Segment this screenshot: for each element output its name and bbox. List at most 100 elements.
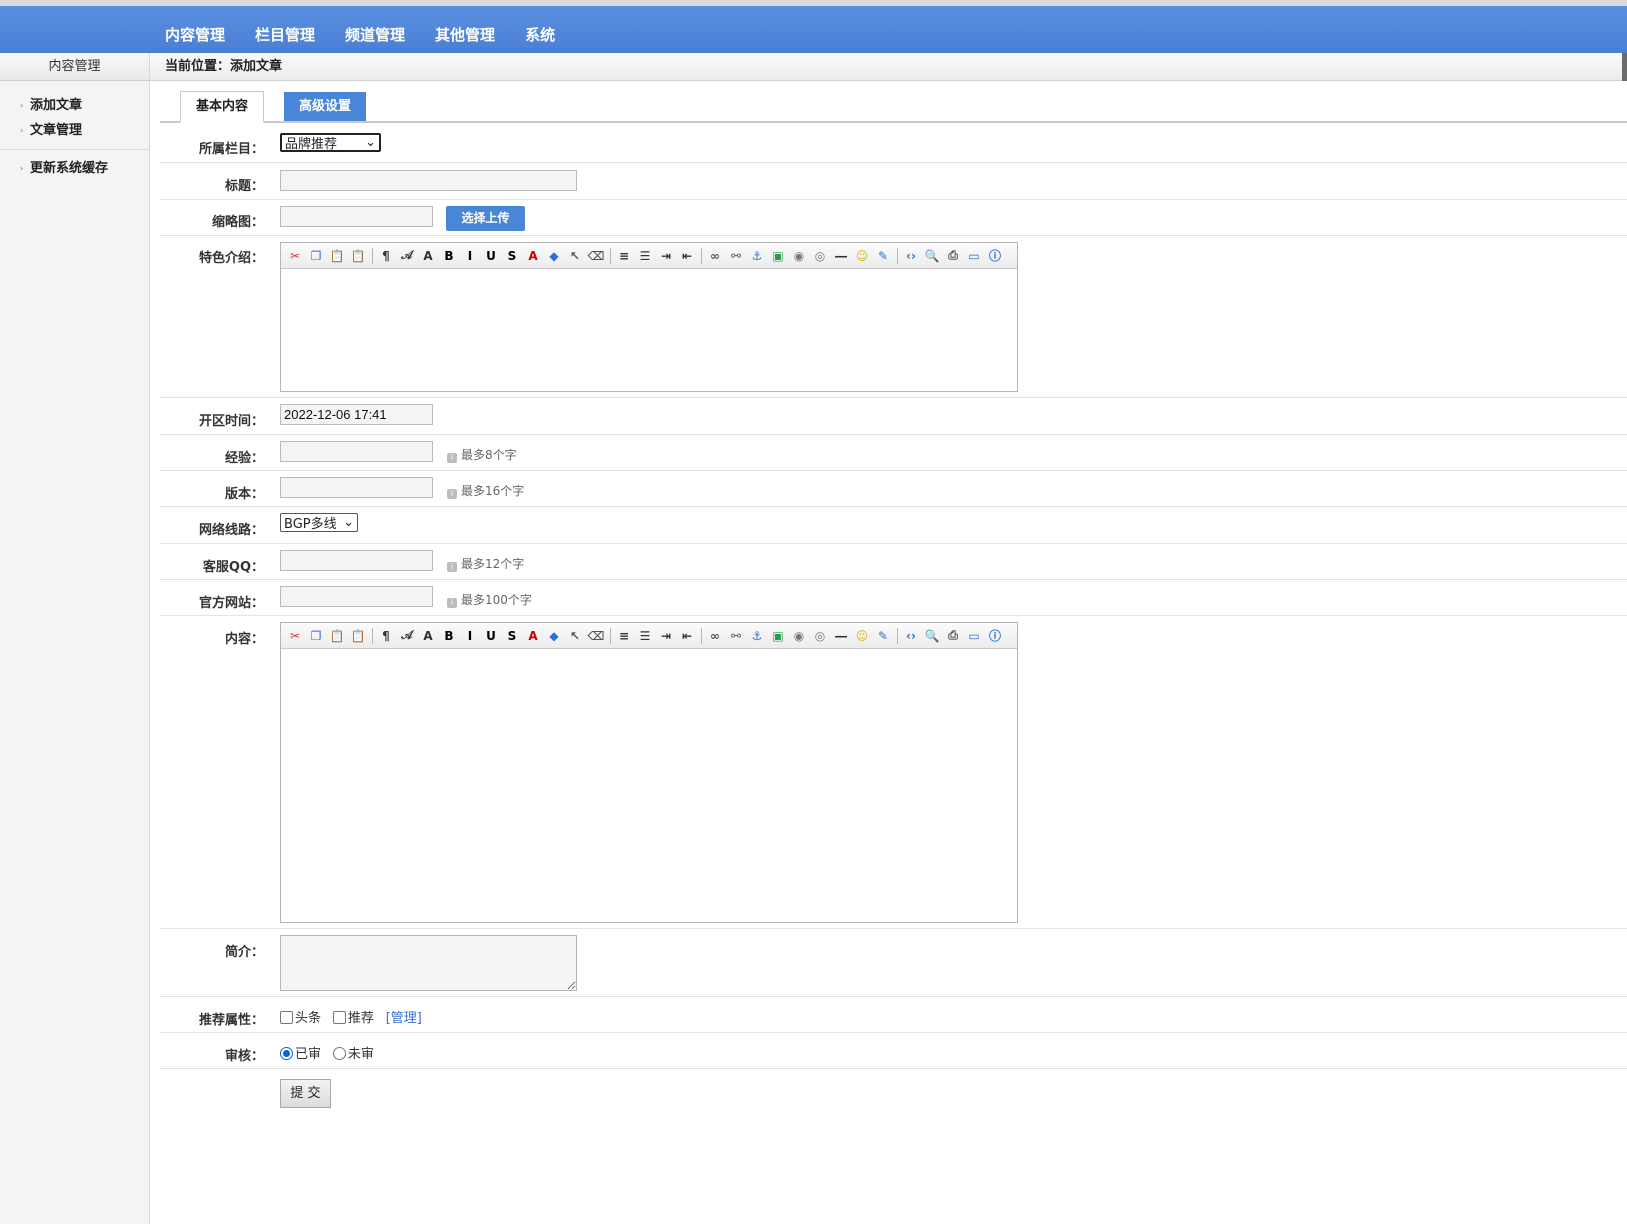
link-icon[interactable]: ∞ [705,246,725,266]
headline-checkbox[interactable] [280,1011,293,1024]
flash-icon[interactable]: ◉ [789,246,809,266]
bg-color-icon[interactable]: ◆ [544,246,564,266]
chevron-right-icon: › [20,101,24,110]
eraser-icon[interactable]: ⌫ [586,246,606,266]
bold-icon[interactable]: B [439,626,459,646]
strikethrough-icon[interactable]: S [502,626,522,646]
about-icon[interactable]: ⓘ [985,626,1005,646]
source-code-icon[interactable]: ‹› [901,246,921,266]
recommend-checkbox[interactable] [332,1011,346,1024]
upload-button[interactable]: 选择上传 [446,206,525,231]
info-icon: i [447,489,457,499]
bold-icon[interactable]: B [439,246,459,266]
italic-icon[interactable]: I [460,626,480,646]
about-icon[interactable]: ⓘ [985,246,1005,266]
flash-icon[interactable]: ◉ [789,626,809,646]
source-code-icon[interactable]: ‹› [901,626,921,646]
media-icon[interactable]: ◎ [810,626,830,646]
strikethrough-icon[interactable]: S [502,246,522,266]
underline-icon[interactable]: U [481,246,501,266]
link-icon[interactable]: ∞ [705,626,725,646]
sidebar-item-update-cache[interactable]: › 更新系统缓存 [0,156,149,181]
anchor-icon[interactable]: ⚓ [747,626,767,646]
unapproved-radio[interactable] [332,1047,346,1060]
italic-icon[interactable]: I [460,246,480,266]
font-name-icon[interactable]: 𝒜 [397,246,417,266]
emoticon-icon[interactable]: ☺ [852,246,872,266]
font-color-icon[interactable]: A [523,626,543,646]
fullscreen-icon[interactable]: ▭ [964,626,984,646]
nav-other-management[interactable]: 其他管理 [420,12,510,59]
submit-button[interactable]: 提 交 [280,1079,331,1108]
approved-option-label: 已审 [295,1047,322,1062]
list-icon[interactable]: ☰ [635,246,655,266]
emoticon-icon[interactable]: ☺ [852,626,872,646]
anchor-icon[interactable]: ⚓ [747,246,767,266]
thumbnail-input[interactable] [280,206,433,227]
preview-icon[interactable]: 🔍 [922,626,942,646]
copy-icon[interactable]: ❐ [306,626,326,646]
content-editor-body[interactable] [281,649,1017,922]
nav-channel-management[interactable]: 频道管理 [330,12,420,59]
align-icon[interactable]: ≡ [614,246,634,266]
hr-icon[interactable]: ― [831,246,851,266]
nav-column-management[interactable]: 栏目管理 [240,12,330,59]
headline-option-label: 头条 [295,1011,322,1026]
table-icon[interactable]: ✎ [873,246,893,266]
media-icon[interactable]: ◎ [810,246,830,266]
paste-text-icon[interactable]: 📋 [348,626,368,646]
summary-textarea[interactable] [280,935,577,991]
tab-advanced-settings[interactable]: 高级设置 [284,92,366,121]
website-input[interactable] [280,586,433,607]
paste-icon[interactable]: 📋 [327,626,347,646]
manage-link[interactable]: [管理] [386,1011,422,1026]
indent-icon[interactable]: ⇥ [656,626,676,646]
scrollbar-edge[interactable] [1622,53,1627,81]
nav-system[interactable]: 系统 [510,12,570,59]
nav-content-management[interactable]: 内容管理 [150,12,240,59]
format-block-icon[interactable]: ¶ [376,246,396,266]
select-icon[interactable]: ↖ [565,626,585,646]
category-select[interactable]: 品牌推荐 ⌄ [280,133,381,152]
title-input[interactable] [280,170,577,191]
paste-text-icon[interactable]: 📋 [348,246,368,266]
copy-icon[interactable]: ❐ [306,246,326,266]
font-name-icon[interactable]: 𝒜 [397,626,417,646]
sidebar-item-add-article[interactable]: › 添加文章 [0,93,149,118]
cut-icon[interactable]: ✂ [285,246,305,266]
list-icon[interactable]: ☰ [635,626,655,646]
print-icon[interactable]: ⎙ [943,626,963,646]
table-icon[interactable]: ✎ [873,626,893,646]
hr-icon[interactable]: ― [831,626,851,646]
bg-color-icon[interactable]: ◆ [544,626,564,646]
underline-icon[interactable]: U [481,626,501,646]
fullscreen-icon[interactable]: ▭ [964,246,984,266]
approved-radio[interactable] [280,1047,293,1060]
outdent-icon[interactable]: ⇤ [677,626,697,646]
print-icon[interactable]: ⎙ [943,246,963,266]
select-icon[interactable]: ↖ [565,246,585,266]
indent-icon[interactable]: ⇥ [656,246,676,266]
network-select[interactable]: BGP多线 ⌄ [280,513,358,532]
version-input[interactable] [280,477,433,498]
unlink-icon[interactable]: ⚯ [726,626,746,646]
sidebar-item-article-management[interactable]: › 文章管理 [0,118,149,143]
outdent-icon[interactable]: ⇤ [677,246,697,266]
cut-icon[interactable]: ✂ [285,626,305,646]
font-size-icon[interactable]: A [418,626,438,646]
experience-input[interactable] [280,441,433,462]
tab-basic-content[interactable]: 基本内容 [180,91,264,123]
unlink-icon[interactable]: ⚯ [726,246,746,266]
align-icon[interactable]: ≡ [614,626,634,646]
open-time-input[interactable] [280,404,433,425]
image-icon[interactable]: ▣ [768,626,788,646]
image-icon[interactable]: ▣ [768,246,788,266]
eraser-icon[interactable]: ⌫ [586,626,606,646]
paste-icon[interactable]: 📋 [327,246,347,266]
font-color-icon[interactable]: A [523,246,543,266]
service-qq-input[interactable] [280,550,433,571]
feature-editor-body[interactable] [281,269,1017,391]
font-size-icon[interactable]: A [418,246,438,266]
format-block-icon[interactable]: ¶ [376,626,396,646]
preview-icon[interactable]: 🔍 [922,246,942,266]
